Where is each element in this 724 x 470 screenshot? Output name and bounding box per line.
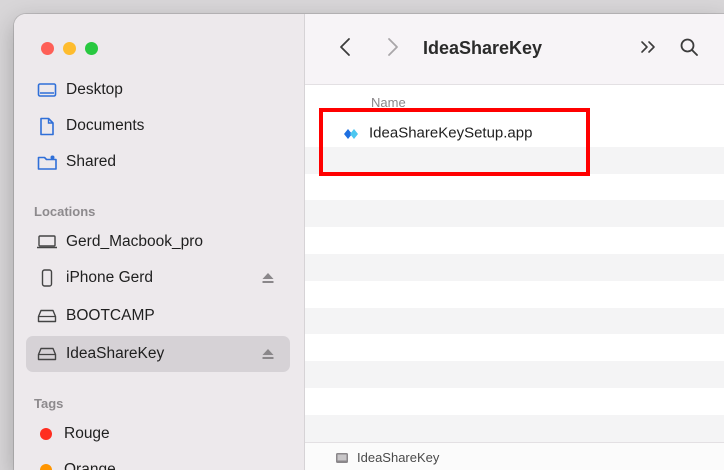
zoom-button[interactable] bbox=[85, 42, 98, 55]
shared-folder-icon bbox=[36, 151, 58, 173]
sidebar-item-label: Documents bbox=[66, 117, 145, 134]
path-bar: IdeaShareKey bbox=[305, 442, 724, 470]
desktop-icon bbox=[36, 79, 58, 101]
file-name: IdeaShareKeySetup.app bbox=[369, 124, 533, 142]
sidebar-item-gerd-macbook-pro[interactable]: Gerd_Macbook_pro bbox=[26, 224, 290, 260]
back-button[interactable] bbox=[333, 34, 357, 64]
sidebar-item-label: Rouge bbox=[64, 425, 110, 442]
chevron-right-icon bbox=[387, 37, 399, 62]
search-icon bbox=[679, 37, 699, 62]
sidebar-item-label: Orange bbox=[64, 461, 116, 470]
forward-button[interactable] bbox=[381, 34, 405, 64]
table-row bbox=[305, 361, 724, 388]
drive-icon bbox=[36, 343, 58, 365]
tag-color-dot bbox=[40, 464, 52, 470]
eject-icon[interactable] bbox=[260, 347, 276, 361]
sidebar-item-bootcamp[interactable]: BOOTCAMP bbox=[26, 298, 290, 334]
close-button[interactable] bbox=[41, 42, 54, 55]
toolbar: IdeaShareKey bbox=[305, 14, 724, 85]
table-row bbox=[305, 414, 724, 442]
window-title: IdeaShareKey bbox=[423, 38, 543, 58]
sidebar-item-label: IdeaShareKey bbox=[66, 345, 165, 362]
eject-icon[interactable] bbox=[260, 271, 276, 285]
file-list: Name IdeaShareKeySetup.app bbox=[305, 84, 724, 442]
file-rows: IdeaShareKeySetup.app bbox=[305, 120, 724, 442]
sidebar-item-label: Gerd_Macbook_pro bbox=[66, 233, 203, 250]
table-row bbox=[305, 388, 724, 415]
iphone-icon bbox=[36, 267, 58, 289]
tags-section-title: Tags bbox=[34, 396, 64, 411]
table-row[interactable]: IdeaShareKeySetup.app bbox=[305, 120, 724, 147]
drive-icon bbox=[36, 305, 58, 327]
sidebar-item-tag-orange[interactable]: Orange bbox=[26, 452, 290, 470]
sidebar-item-label: Desktop bbox=[66, 81, 123, 98]
table-row bbox=[305, 281, 724, 308]
minimize-button[interactable] bbox=[63, 42, 76, 55]
sidebar-item-label: Shared bbox=[66, 153, 116, 170]
sidebar-item-ideasharekey[interactable]: IdeaShareKey bbox=[26, 336, 290, 372]
column-header-name[interactable]: Name bbox=[371, 95, 406, 110]
table-row bbox=[305, 334, 724, 361]
laptop-icon bbox=[36, 231, 58, 253]
table-row bbox=[305, 200, 724, 228]
search-button[interactable] bbox=[675, 34, 703, 64]
document-icon bbox=[36, 115, 58, 137]
table-row bbox=[305, 146, 724, 174]
tag-color-dot bbox=[40, 428, 52, 440]
sidebar-item-desktop[interactable]: Desktop bbox=[26, 72, 290, 108]
table-row bbox=[305, 253, 724, 281]
sidebar-item-tag-rouge[interactable]: Rouge bbox=[26, 416, 290, 452]
locations-section-title: Locations bbox=[34, 204, 96, 219]
chevron-left-icon bbox=[339, 37, 351, 62]
path-label[interactable]: IdeaShareKey bbox=[357, 450, 439, 465]
sidebar-item-label: BOOTCAMP bbox=[66, 307, 155, 324]
sidebar-item-label: iPhone Gerd bbox=[66, 269, 154, 286]
sidebar-item-shared[interactable]: Shared bbox=[26, 144, 290, 180]
table-row bbox=[305, 307, 724, 335]
app-diamond-icon bbox=[343, 127, 359, 140]
drive-icon bbox=[335, 451, 349, 463]
sidebar-item-iphone-gerd[interactable]: iPhone Gerd bbox=[26, 260, 290, 296]
sidebar: Desktop Documents Shared Locations Gerd_… bbox=[14, 14, 305, 470]
sidebar-item-documents[interactable]: Documents bbox=[26, 108, 290, 144]
finder-window: Desktop Documents Shared Locations Gerd_… bbox=[14, 14, 724, 470]
window-controls bbox=[41, 42, 98, 55]
double-chevron-right-icon bbox=[640, 40, 658, 59]
more-toolbar-button[interactable] bbox=[635, 34, 663, 64]
table-row bbox=[305, 174, 724, 201]
table-row bbox=[305, 227, 724, 254]
